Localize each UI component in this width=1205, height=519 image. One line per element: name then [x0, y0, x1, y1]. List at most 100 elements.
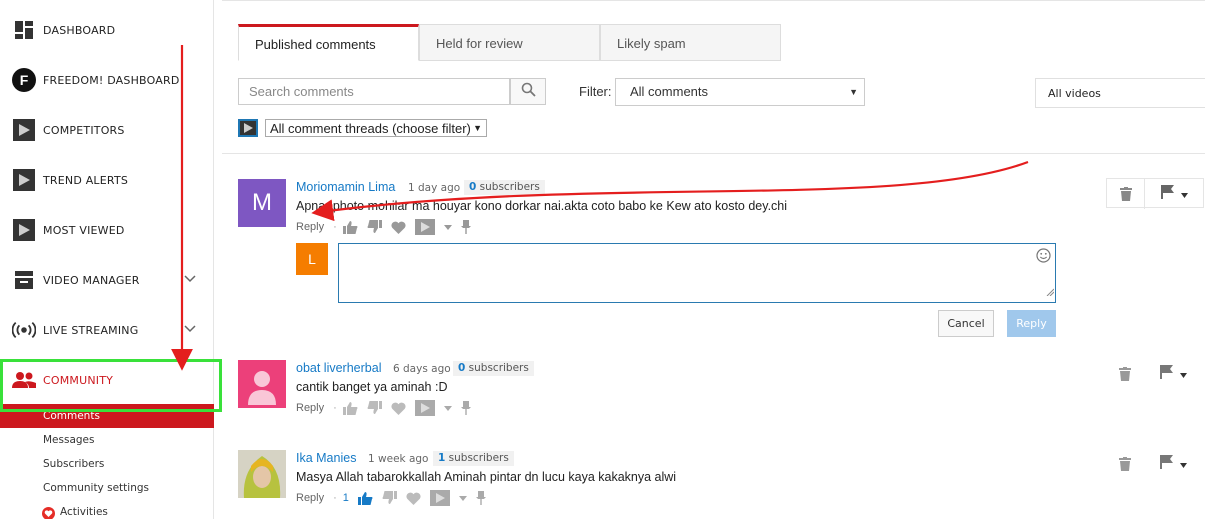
freedom-logo-icon: F — [12, 68, 36, 92]
avatar[interactable] — [238, 450, 286, 498]
caret-down-icon[interactable] — [443, 405, 452, 411]
filter-value: All comments — [630, 84, 709, 99]
subs-count: 0 — [469, 181, 477, 193]
thumbs-up-icon[interactable] — [342, 401, 358, 415]
trash-icon[interactable] — [1106, 449, 1144, 479]
filter-select[interactable]: All comments ▼ — [615, 78, 865, 106]
nav-label: TREND ALERTS — [43, 173, 129, 187]
caret-down-icon[interactable] — [458, 495, 467, 501]
filter-label: Filter: — [579, 84, 612, 99]
subscriber-badge: 0 subscribers — [453, 361, 534, 376]
nav-most-viewed[interactable]: MOST VIEWED — [0, 205, 214, 255]
comment-author[interactable]: Moriomamin Lima — [296, 180, 395, 194]
pin-icon[interactable] — [460, 401, 471, 415]
my-avatar: L — [296, 243, 328, 275]
comment-text: cantik banget ya aminah :D — [296, 380, 448, 394]
videos-select[interactable]: All videos — [1035, 78, 1205, 108]
pin-icon[interactable] — [475, 491, 486, 505]
comment-time[interactable]: 6 days ago — [393, 363, 451, 375]
nav-freedom-dashboard[interactable]: F FREEDOM! DASHBOARD — [0, 55, 214, 105]
subnav-activities[interactable]: Activities — [0, 500, 214, 519]
comment-moderation-buttons — [1106, 178, 1204, 209]
resize-handle-icon[interactable] — [1046, 283, 1055, 301]
tubebuddy-menu-icon[interactable] — [414, 219, 435, 235]
comment-author[interactable]: Ika Manies — [296, 451, 356, 465]
avatar[interactable] — [238, 360, 286, 408]
heart-icon[interactable] — [406, 492, 421, 505]
pin-icon[interactable] — [460, 220, 471, 234]
separator-dot: · — [333, 402, 337, 414]
trash-icon[interactable] — [1107, 179, 1145, 209]
comment-actions: Reply · — [296, 400, 480, 416]
emoji-icon[interactable] — [1036, 248, 1051, 268]
flag-menu-button[interactable] — [1145, 179, 1203, 209]
reply-link[interactable]: Reply — [296, 402, 324, 414]
heart-icon[interactable] — [391, 221, 406, 234]
trash-icon[interactable] — [1106, 359, 1144, 389]
thumbs-down-icon[interactable] — [382, 491, 397, 505]
nav-label: MOST VIEWED — [43, 223, 125, 237]
flag-icon — [1159, 364, 1173, 384]
subnav-subscribers[interactable]: Subscribers — [0, 452, 214, 476]
caret-down-icon — [1180, 185, 1188, 203]
nav-label: VIDEO MANAGER — [43, 273, 140, 287]
heart-badge-icon — [42, 505, 55, 519]
tab-published-comments[interactable]: Published comments — [238, 24, 419, 61]
comment-author[interactable]: obat liverherbal — [296, 361, 381, 375]
thread-filter-select[interactable]: All comment threads (choose filter) ▼ — [265, 119, 487, 137]
flag-icon — [1160, 184, 1174, 204]
divider — [222, 153, 1205, 154]
subs-count: 0 — [458, 362, 466, 374]
flag-menu-button[interactable] — [1144, 359, 1202, 389]
reply-link[interactable]: Reply — [296, 492, 324, 504]
comment-text: Masya Allah tabarokkallah Aminah pintar … — [296, 470, 677, 484]
cancel-button[interactable]: Cancel — [938, 310, 994, 337]
live-streaming-icon — [12, 318, 36, 342]
nav-video-manager[interactable]: VIDEO MANAGER — [0, 255, 214, 305]
chevron-down-icon[interactable] — [184, 274, 196, 286]
avatar-letter: M — [252, 189, 272, 216]
nav-trend-alerts[interactable]: TREND ALERTS — [0, 155, 214, 205]
flag-menu-button[interactable] — [1144, 449, 1202, 479]
reply-submit-button[interactable]: Reply — [1007, 310, 1056, 337]
tubebuddy-menu-icon[interactable] — [414, 400, 435, 416]
subnav-community-settings[interactable]: Community settings — [0, 476, 214, 500]
thumbs-up-icon[interactable] — [357, 491, 373, 505]
search-button[interactable] — [510, 78, 546, 105]
thumbs-up-icon[interactable] — [342, 220, 358, 234]
nav-label: FREEDOM! DASHBOARD — [43, 73, 180, 87]
tubebuddy-icon — [12, 218, 36, 242]
caret-down-icon[interactable] — [443, 224, 452, 230]
comment-actions: Reply · 1 — [296, 490, 495, 506]
avatar[interactable]: M — [238, 179, 286, 227]
chevron-down-icon[interactable] — [184, 324, 196, 336]
flag-icon — [1159, 454, 1173, 474]
comment-time[interactable]: 1 day ago — [408, 182, 460, 194]
thumbs-down-icon[interactable] — [367, 401, 382, 415]
thumbs-down-icon[interactable] — [367, 220, 382, 234]
search-input[interactable] — [239, 79, 511, 104]
subs-label: subscribers — [479, 181, 540, 193]
comment-text: Apnar photo mohilar ma houyar kono dorka… — [296, 199, 788, 213]
caret-down-icon: ▼ — [849, 87, 858, 97]
nav-live-streaming[interactable]: LIVE STREAMING — [0, 305, 214, 355]
tubebuddy-menu-icon[interactable] — [429, 490, 450, 506]
like-count: 1 — [342, 492, 349, 504]
separator-dot: · — [333, 221, 337, 233]
tab-held-for-review[interactable]: Held for review — [419, 24, 600, 61]
search-box — [238, 78, 511, 105]
comment-moderation-buttons — [1106, 449, 1204, 479]
caret-down-icon — [1179, 365, 1187, 383]
subnav-messages[interactable]: Messages — [0, 428, 214, 452]
sidebar: DASHBOARD F FREEDOM! DASHBOARD COMPETITO… — [0, 0, 222, 519]
comment-time[interactable]: 1 week ago — [368, 453, 428, 465]
nav-dashboard[interactable]: DASHBOARD — [0, 5, 214, 55]
reply-textarea[interactable] — [339, 244, 1055, 302]
tubebuddy-icon — [12, 118, 36, 142]
heart-icon[interactable] — [391, 402, 406, 415]
reply-link[interactable]: Reply — [296, 221, 324, 233]
tab-likely-spam[interactable]: Likely spam — [600, 24, 781, 61]
tubebuddy-icon — [12, 168, 36, 192]
nav-competitors[interactable]: COMPETITORS — [0, 105, 214, 155]
caret-down-icon: ▼ — [473, 123, 482, 133]
